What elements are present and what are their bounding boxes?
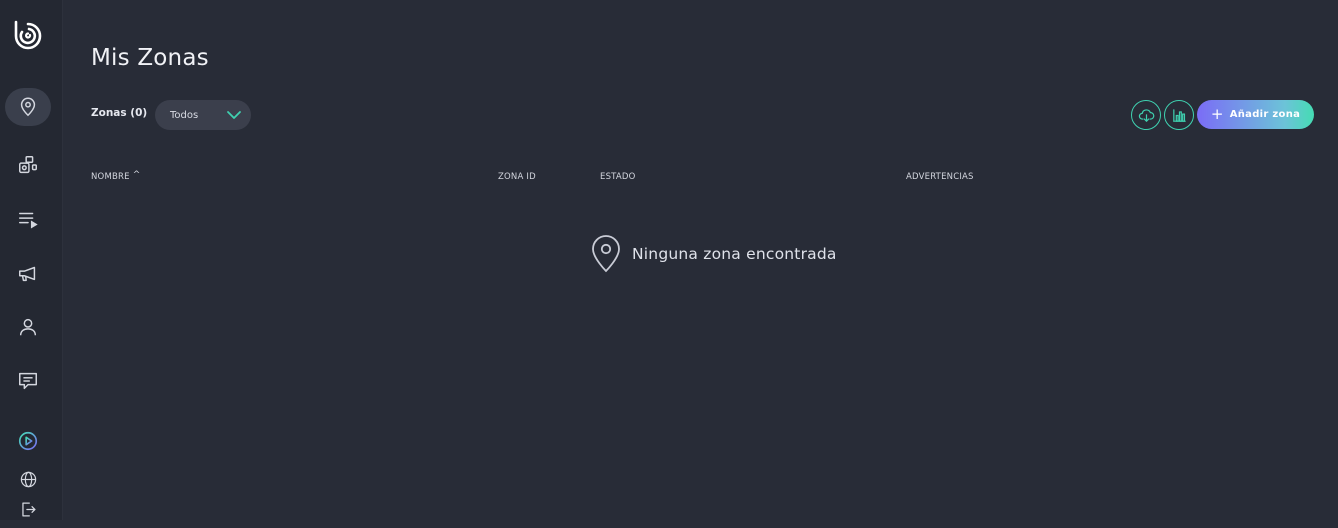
- logout-icon: [21, 502, 35, 516]
- bar-chart-icon: [1172, 108, 1186, 122]
- message-icon: [19, 372, 37, 390]
- brand-logo[interactable]: [9, 14, 47, 52]
- globe-icon: [20, 471, 36, 487]
- main-content: Mis Zonas Zonas (0) Todos + Añadir zona …: [62, 0, 1338, 520]
- map-pin-icon: [20, 97, 36, 117]
- megaphone-icon: [19, 266, 36, 282]
- sidebar-item-logout[interactable]: [5, 490, 51, 528]
- column-label: ZONA ID: [498, 172, 536, 182]
- cloud-download-icon: [1138, 108, 1154, 122]
- sidebar-item-announcements[interactable]: [5, 254, 51, 292]
- playlist-icon: [19, 212, 38, 229]
- sidebar-item-zones[interactable]: [5, 88, 51, 126]
- statistics-button[interactable]: [1164, 100, 1194, 130]
- map-pin-icon: [592, 235, 620, 273]
- sidebar-item-messages[interactable]: [5, 362, 51, 400]
- status-filter-select[interactable]: Todos: [155, 100, 251, 130]
- column-label: ESTADO: [600, 172, 636, 182]
- play-icon: [18, 431, 38, 451]
- sidebar-item-player[interactable]: [5, 422, 51, 460]
- user-icon: [19, 318, 37, 336]
- sort-ascending-icon: ^: [132, 170, 141, 180]
- zones-count-label: Zonas (0): [91, 107, 148, 119]
- filter-value: Todos: [170, 109, 199, 121]
- column-header-estado[interactable]: ESTADO: [600, 172, 636, 182]
- sidebar-item-playlists[interactable]: [5, 200, 51, 238]
- plus-icon: +: [1210, 105, 1224, 123]
- add-zone-label: Añadir zona: [1229, 109, 1301, 120]
- column-header-advertencias[interactable]: ADVERTENCIAS: [906, 172, 974, 182]
- chevron-down-icon: [227, 111, 241, 119]
- add-zone-button[interactable]: + Añadir zona: [1197, 100, 1314, 129]
- devices-icon: [19, 156, 37, 174]
- sidebar-item-devices[interactable]: [5, 146, 51, 184]
- column-header-zona-id[interactable]: ZONA ID: [498, 172, 536, 182]
- column-label: NOMBRE: [91, 172, 130, 182]
- sidebar: [0, 0, 63, 520]
- column-label: ADVERTENCIAS: [906, 172, 974, 182]
- empty-state: Ninguna zona encontrada: [590, 235, 837, 273]
- sidebar-item-account[interactable]: [5, 308, 51, 346]
- download-button[interactable]: [1131, 100, 1161, 130]
- column-header-nombre[interactable]: NOMBRE ^: [91, 170, 141, 182]
- page-title: Mis Zonas: [91, 45, 209, 71]
- empty-state-message: Ninguna zona encontrada: [632, 245, 837, 263]
